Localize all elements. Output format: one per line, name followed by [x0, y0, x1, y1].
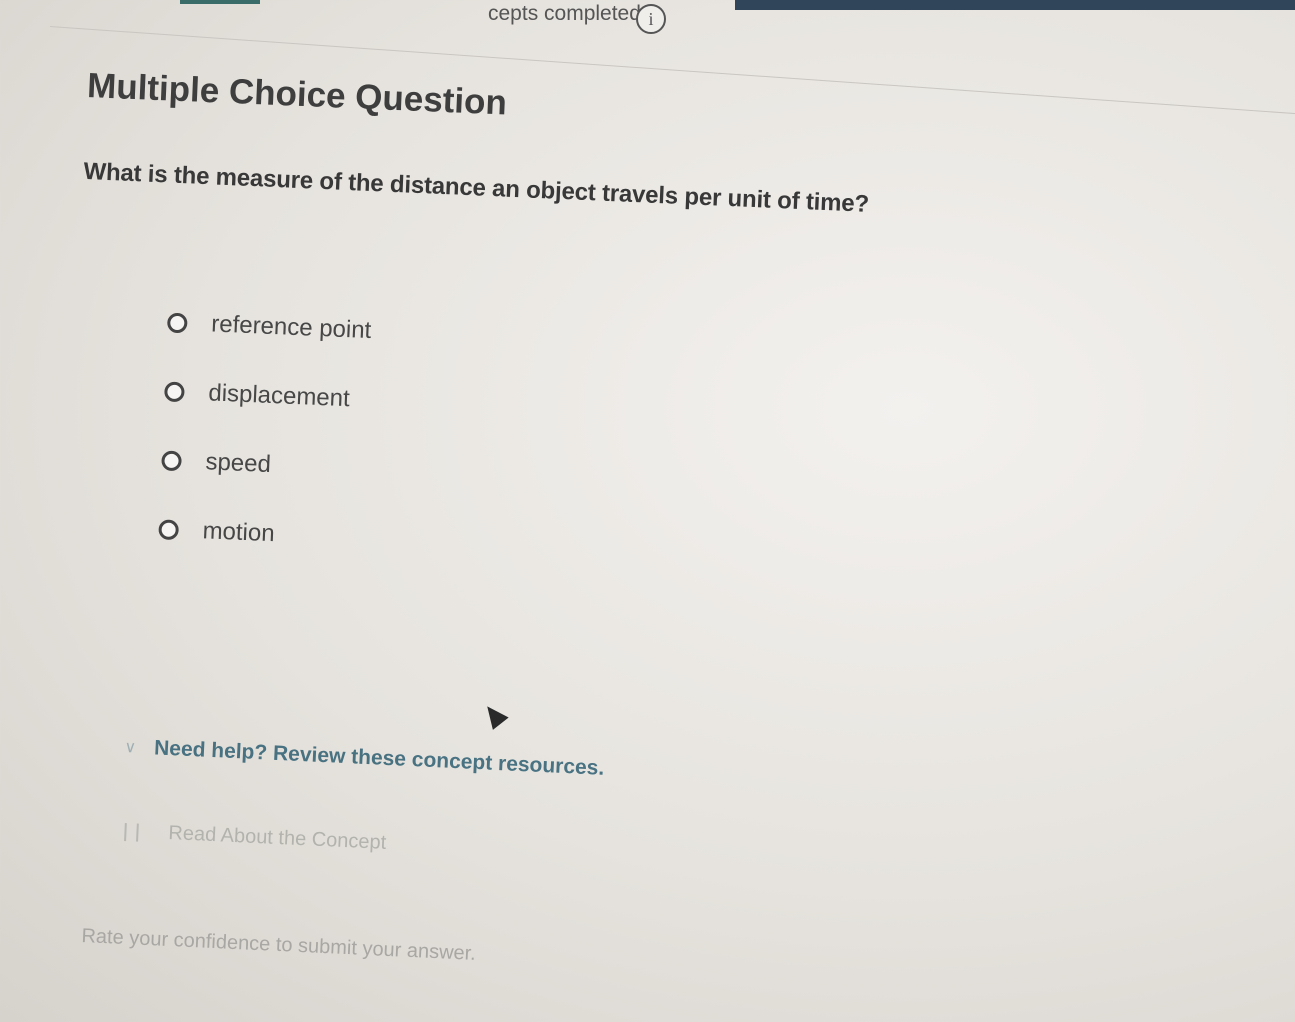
mouse-pointer-icon: [479, 700, 509, 730]
question-prompt: What is the measure of the distance an o…: [83, 157, 870, 218]
read-about-concept-link[interactable]: Read About the Concept: [124, 820, 387, 855]
read-about-concept-text[interactable]: Read About the Concept: [168, 822, 387, 855]
answer-option-label[interactable]: displacement: [208, 379, 350, 413]
book-icon: [124, 822, 139, 842]
answer-option-label[interactable]: reference point: [211, 310, 372, 345]
answer-option[interactable]: displacement: [164, 374, 1175, 452]
top-bar: cepts completed i: [0, 0, 1295, 34]
answer-option-label[interactable]: speed: [205, 448, 271, 479]
chevron-down-icon[interactable]: ∨: [124, 737, 137, 758]
answer-option-label[interactable]: motion: [202, 517, 275, 548]
help-toggle[interactable]: ∨ Need help? Review these concept resour…: [124, 735, 605, 781]
answer-option[interactable]: motion: [158, 511, 1169, 589]
answer-option[interactable]: speed: [161, 442, 1172, 520]
question-type-title: Multiple Choice Question: [86, 66, 508, 123]
answer-options: reference point displacement speed motio…: [158, 305, 1177, 590]
answer-option[interactable]: reference point: [166, 305, 1178, 383]
confidence-prompt: Rate your confidence to submit your answ…: [81, 925, 477, 965]
info-icon[interactable]: i: [636, 4, 666, 34]
radio-button[interactable]: [161, 450, 182, 472]
radio-button[interactable]: [158, 519, 180, 541]
help-toggle-text[interactable]: Need help? Review these concept resource…: [154, 736, 605, 780]
question-card: Multiple Choice Question What is the mea…: [67, 66, 1187, 623]
radio-button[interactable]: [164, 381, 185, 403]
radio-button[interactable]: [166, 312, 188, 334]
progress-fill: [180, 0, 260, 4]
concepts-completed-text: cepts completed: [488, 2, 641, 25]
info-glyph: i: [648, 8, 654, 29]
header-accent-bar: [735, 0, 1295, 10]
